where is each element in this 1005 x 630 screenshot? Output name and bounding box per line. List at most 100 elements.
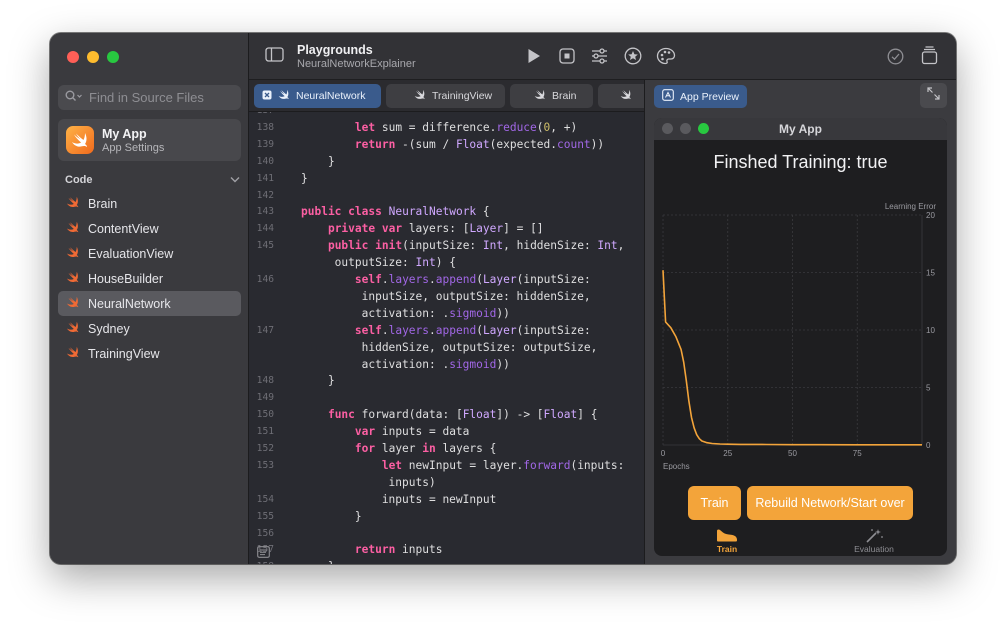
chevron-down-icon[interactable] <box>230 174 240 186</box>
app-settings-item[interactable]: My App App Settings <box>58 119 241 161</box>
search-input[interactable] <box>89 90 239 105</box>
swift-file-icon <box>278 89 290 103</box>
sidebar-file-item[interactable]: TrainingView <box>58 341 241 366</box>
rebuild-network-button[interactable]: Rebuild Network/Start over <box>747 486 913 520</box>
checkmark-circle-icon[interactable] <box>887 48 904 65</box>
code-line[interactable]: 153 let newInput = layer.forward(inputs: <box>249 457 644 474</box>
code-line[interactable]: 150 func forward(data: [Float]) -> [Floa… <box>249 406 644 423</box>
swift-file-icon <box>414 89 426 103</box>
line-number: 152 <box>256 443 274 454</box>
code-line[interactable]: 143 public class NeuralNetwork { <box>249 203 644 220</box>
code-section-header[interactable]: Code <box>65 174 240 186</box>
line-number: 143 <box>256 206 274 218</box>
close-window-button[interactable] <box>67 51 79 63</box>
code-text: activation: .sigmoid)) <box>301 306 510 320</box>
code-line[interactable]: 139 return -(sum / Float(expected.count)… <box>249 136 644 153</box>
minimize-window-button[interactable] <box>87 51 99 63</box>
code-line[interactable]: 142 <box>249 187 644 204</box>
code-line[interactable]: 145 public init(inputSize: Int, hiddenSi… <box>249 237 644 254</box>
sidebar-file-item[interactable]: EvaluationView <box>58 241 241 266</box>
x-axis-label: Epochs <box>663 462 690 470</box>
magic-wand-icon <box>829 528 919 544</box>
code-line[interactable]: outputSize: Int) { <box>249 254 644 271</box>
code-line[interactable]: 158 } <box>249 558 644 564</box>
code-text: for layer in layers { <box>354 442 497 455</box>
code-line[interactable]: inputSize, outputSize: hiddenSize, <box>249 288 644 305</box>
code-line[interactable]: activation: .sigmoid)) <box>249 305 644 322</box>
code-line[interactable]: inputs) <box>249 474 644 491</box>
code-line[interactable]: 148 } <box>249 372 644 389</box>
code-line[interactable]: 151 var inputs = data <box>249 423 644 440</box>
simulator-minimize-button[interactable] <box>680 123 691 134</box>
tab-trainingview[interactable]: TrainingView <box>386 84 505 108</box>
code-line[interactable]: 144 private var layers: [Layer] = [] <box>249 220 644 237</box>
line-number: 147 <box>256 324 274 336</box>
line-number: 141 <box>256 172 274 184</box>
code-line[interactable]: 141} <box>249 170 644 187</box>
tab-brain[interactable]: Brain <box>510 84 593 108</box>
palette-icon[interactable] <box>656 47 676 65</box>
app-subtitle: App Settings <box>102 141 165 154</box>
tab-neuralnetwork[interactable]: NeuralNetwork <box>254 84 381 108</box>
close-tab-icon[interactable] <box>262 90 272 103</box>
simulator-window-controls <box>662 123 709 134</box>
minimap-toggle-icon[interactable] <box>257 545 270 563</box>
star-badge-icon[interactable] <box>624 47 642 65</box>
source-search-field[interactable] <box>58 85 241 110</box>
line-number: 153 <box>256 459 274 471</box>
code-line[interactable]: 140 } <box>249 153 644 170</box>
app-preview-icon <box>662 89 674 104</box>
code-editor[interactable]: 137138 let sum = difference.reduce(0, +)… <box>249 112 644 564</box>
bottom-tab-train[interactable]: Train <box>682 528 772 554</box>
code-line[interactable]: 152 for layer in layers { <box>249 440 644 457</box>
settings-sliders-icon[interactable] <box>591 48 608 64</box>
code-line[interactable]: hiddenSize, outputSize: outputSize, <box>249 339 644 356</box>
file-label: EvaluationView <box>88 246 174 261</box>
x-tick-label: 25 <box>723 449 732 458</box>
swift-file-icon <box>66 196 80 211</box>
sidebar-file-item[interactable]: Brain <box>58 191 241 216</box>
sidebar-file-item[interactable]: ContentView <box>58 216 241 241</box>
expand-preview-button[interactable] <box>920 83 947 108</box>
sidebar-file-item[interactable]: NeuralNetwork <box>58 291 241 316</box>
swift-app-icon <box>66 126 94 154</box>
library-icon[interactable] <box>921 46 938 65</box>
swift-file-icon <box>620 89 632 103</box>
code-line[interactable]: activation: .sigmoid)) <box>249 356 644 373</box>
y-axis-label: Learning Error <box>885 202 936 211</box>
code-text: let newInput = layer.forward(inputs: <box>381 458 625 472</box>
code-text: func forward(data: [Float]) -> [Float] { <box>327 408 598 422</box>
section-title: Code <box>65 174 93 186</box>
app-preview-tab[interactable]: App Preview <box>654 85 747 108</box>
code-line[interactable]: 147 self.layers.append(Layer(inputSize: <box>249 322 644 339</box>
code-text: } <box>301 509 362 523</box>
code-line[interactable]: 149 <box>249 389 644 406</box>
playgrounds-window: My App App Settings Code Brain ContentVie… <box>50 33 956 564</box>
line-number: 142 <box>256 189 274 201</box>
bottom-tab-label: Train <box>716 544 738 554</box>
sidebar-toggle-icon[interactable] <box>265 47 284 62</box>
bottom-tab-evaluation[interactable]: Evaluation <box>829 528 919 554</box>
sidebar-file-item[interactable]: HouseBuilder <box>58 266 241 291</box>
code-line[interactable]: 155 } <box>249 508 644 525</box>
code-line[interactable]: 157 return inputs <box>249 541 644 558</box>
swift-file-icon <box>534 89 546 103</box>
swift-file-icon <box>66 221 80 236</box>
y-tick-label: 20 <box>926 211 935 220</box>
code-line[interactable]: 138 let sum = difference.reduce(0, +) <box>249 119 644 136</box>
x-tick-label: 0 <box>661 449 666 458</box>
play-icon[interactable] <box>527 48 541 64</box>
code-line[interactable]: 154 inputs = newInput <box>249 491 644 508</box>
file-label: Brain <box>88 196 118 211</box>
file-label: Sydney <box>88 321 130 336</box>
sidebar-file-item[interactable]: Sydney <box>58 316 241 341</box>
tab-overflow[interactable] <box>598 84 644 108</box>
train-button[interactable]: Train <box>688 486 741 520</box>
zoom-window-button[interactable] <box>107 51 119 63</box>
simulator-close-button[interactable] <box>662 123 673 134</box>
simulator-zoom-button[interactable] <box>698 123 709 134</box>
code-line[interactable]: 146 self.layers.append(Layer(inputSize: <box>249 271 644 288</box>
code-line[interactable]: 156 <box>249 525 644 542</box>
stop-icon[interactable] <box>559 48 575 64</box>
line-number: 155 <box>256 510 274 522</box>
